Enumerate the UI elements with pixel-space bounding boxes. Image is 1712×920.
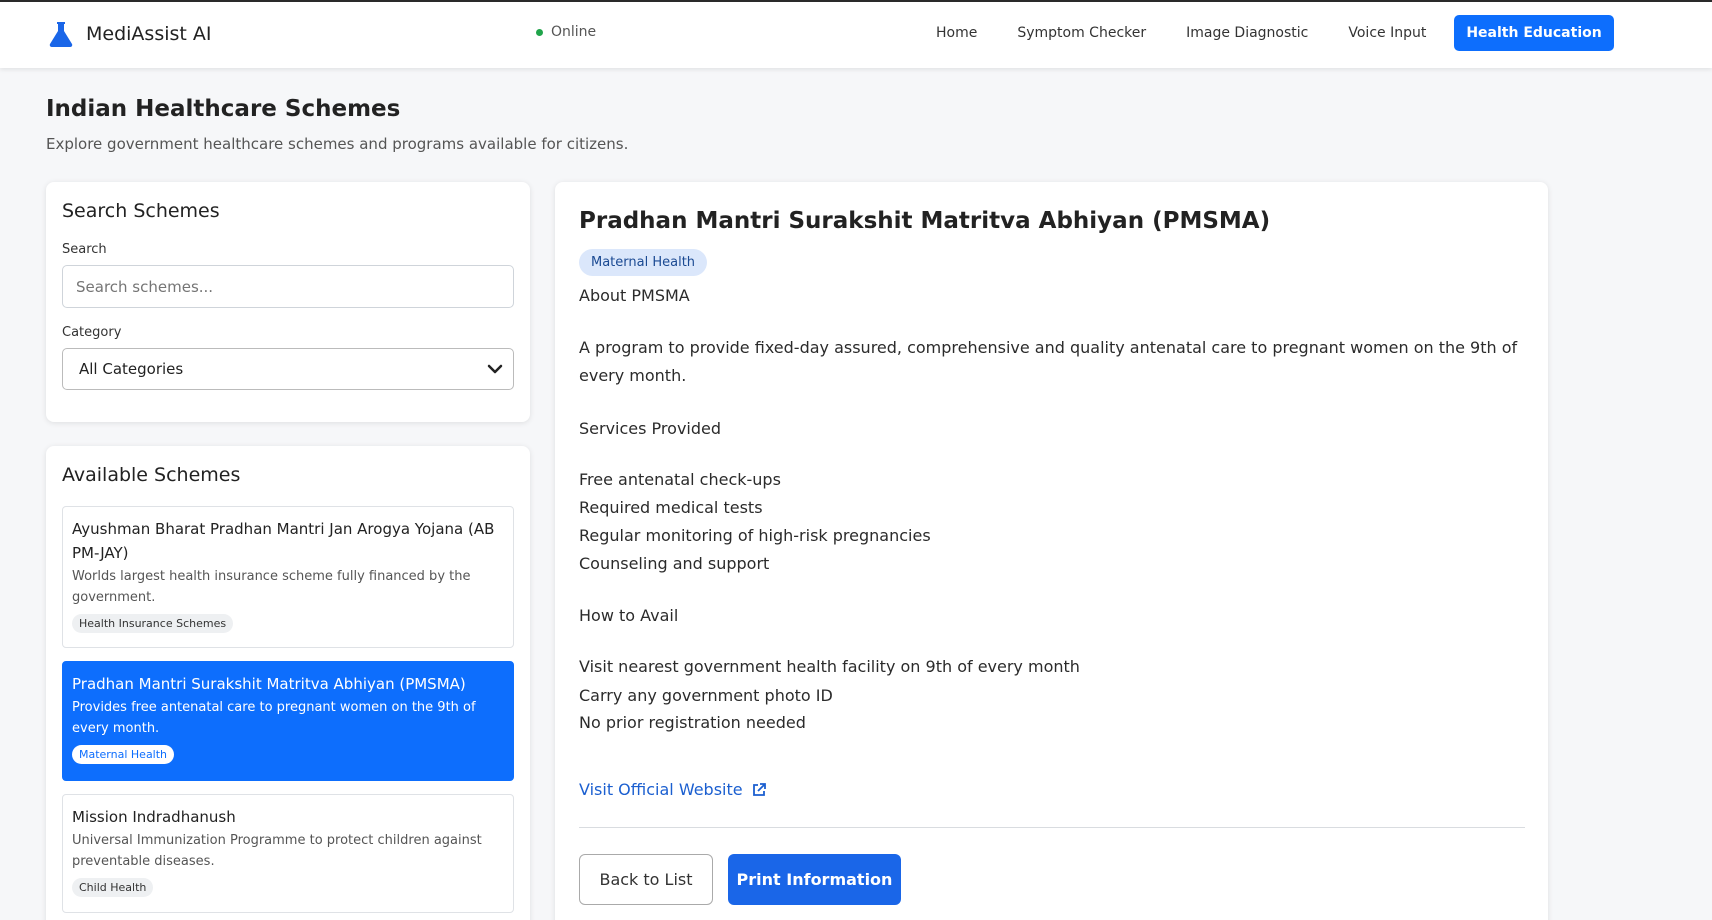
- scheme-name: Pradhan Mantri Surakshit Matritva Abhiya…: [72, 675, 466, 693]
- nav-image-diagnostic[interactable]: Image Diagnostic: [1166, 16, 1328, 50]
- divider: [579, 827, 1525, 828]
- nav-links: Home Symptom Checker Image Diagnostic Vo…: [916, 15, 1614, 51]
- scheme-tag: Health Insurance Schemes: [72, 614, 234, 633]
- scheme-description: Universal Immunization Programme to prot…: [72, 833, 482, 869]
- search-card-title: Search Schemes: [62, 200, 220, 222]
- online-status: Online: [536, 24, 596, 40]
- chevron-down-icon: [487, 364, 503, 374]
- scheme-item-mission-indradhanush[interactable]: Mission Indradhanush Universal Immunizat…: [62, 794, 514, 913]
- services-heading: Services Provided: [579, 419, 722, 438]
- navbar: MediAssist AI Online Home Symptom Checke…: [0, 2, 1712, 68]
- search-label: Search: [62, 242, 107, 257]
- back-to-list-button[interactable]: Back to List: [579, 854, 713, 905]
- scheme-item-ab-pmjay[interactable]: Ayushman Bharat Pradhan Mantri Jan Arogy…: [62, 506, 514, 648]
- status-text: Online: [551, 24, 597, 40]
- scheme-tag: Child Health: [72, 878, 154, 897]
- avail-step: Carry any government photo ID: [579, 686, 833, 705]
- print-information-button[interactable]: Print Information: [728, 854, 901, 905]
- category-badge: Maternal Health: [579, 249, 708, 276]
- scheme-name: Ayushman Bharat Pradhan Mantri Jan Arogy…: [72, 520, 495, 562]
- external-link-icon: [752, 782, 766, 796]
- scheme-name: Mission Indradhanush: [72, 808, 236, 826]
- service-item: Required medical tests: [579, 498, 763, 517]
- status-dot-icon: [536, 28, 543, 36]
- official-website-link-text: Visit Official Website: [579, 780, 743, 799]
- avail-step: No prior registration needed: [579, 713, 806, 732]
- avail-step: Visit nearest government health facility…: [579, 657, 1080, 676]
- category-label: Category: [62, 325, 122, 340]
- nav-symptom-checker[interactable]: Symptom Checker: [997, 16, 1166, 50]
- about-text: A program to provide fixed-day assured, …: [579, 338, 1518, 385]
- scheme-description: Worlds largest health insurance scheme f…: [72, 569, 471, 605]
- service-item: Regular monitoring of high-risk pregnanc…: [579, 526, 931, 545]
- page-subtitle: Explore government healthcare schemes an…: [46, 135, 629, 153]
- search-input[interactable]: [62, 265, 514, 308]
- about-heading: About PMSMA: [579, 286, 690, 305]
- avail-heading: How to Avail: [579, 606, 679, 625]
- official-website-link[interactable]: Visit Official Website: [579, 780, 766, 799]
- service-item: Free antenatal check-ups: [579, 470, 781, 489]
- detail-title: Pradhan Mantri Surakshit Matritva Abhiya…: [579, 208, 1271, 234]
- nav-home[interactable]: Home: [916, 16, 997, 50]
- page-title: Indian Healthcare Schemes: [46, 96, 401, 122]
- scheme-tag: Maternal Health: [72, 745, 175, 764]
- scheme-description: Provides free antenatal care to pregnant…: [72, 700, 476, 736]
- search-card: Search Schemes Search Category All Categ…: [46, 182, 530, 422]
- service-item: Counseling and support: [579, 554, 770, 573]
- scheme-item-pmsma[interactable]: Pradhan Mantri Surakshit Matritva Abhiya…: [62, 661, 514, 781]
- schemes-card-title: Available Schemes: [62, 464, 241, 486]
- category-select[interactable]: All Categories: [62, 348, 514, 390]
- category-select-value: All Categories: [79, 360, 184, 378]
- brand-name: MediAssist AI: [86, 23, 212, 45]
- flask-icon: [49, 22, 73, 48]
- nav-voice-input[interactable]: Voice Input: [1328, 16, 1446, 50]
- schemes-card: Available Schemes Ayushman Bharat Pradha…: [46, 446, 530, 920]
- nav-health-education[interactable]: Health Education: [1454, 15, 1614, 51]
- scheme-detail-card: Pradhan Mantri Surakshit Matritva Abhiya…: [555, 182, 1548, 920]
- brand[interactable]: MediAssist AI: [46, 19, 212, 49]
